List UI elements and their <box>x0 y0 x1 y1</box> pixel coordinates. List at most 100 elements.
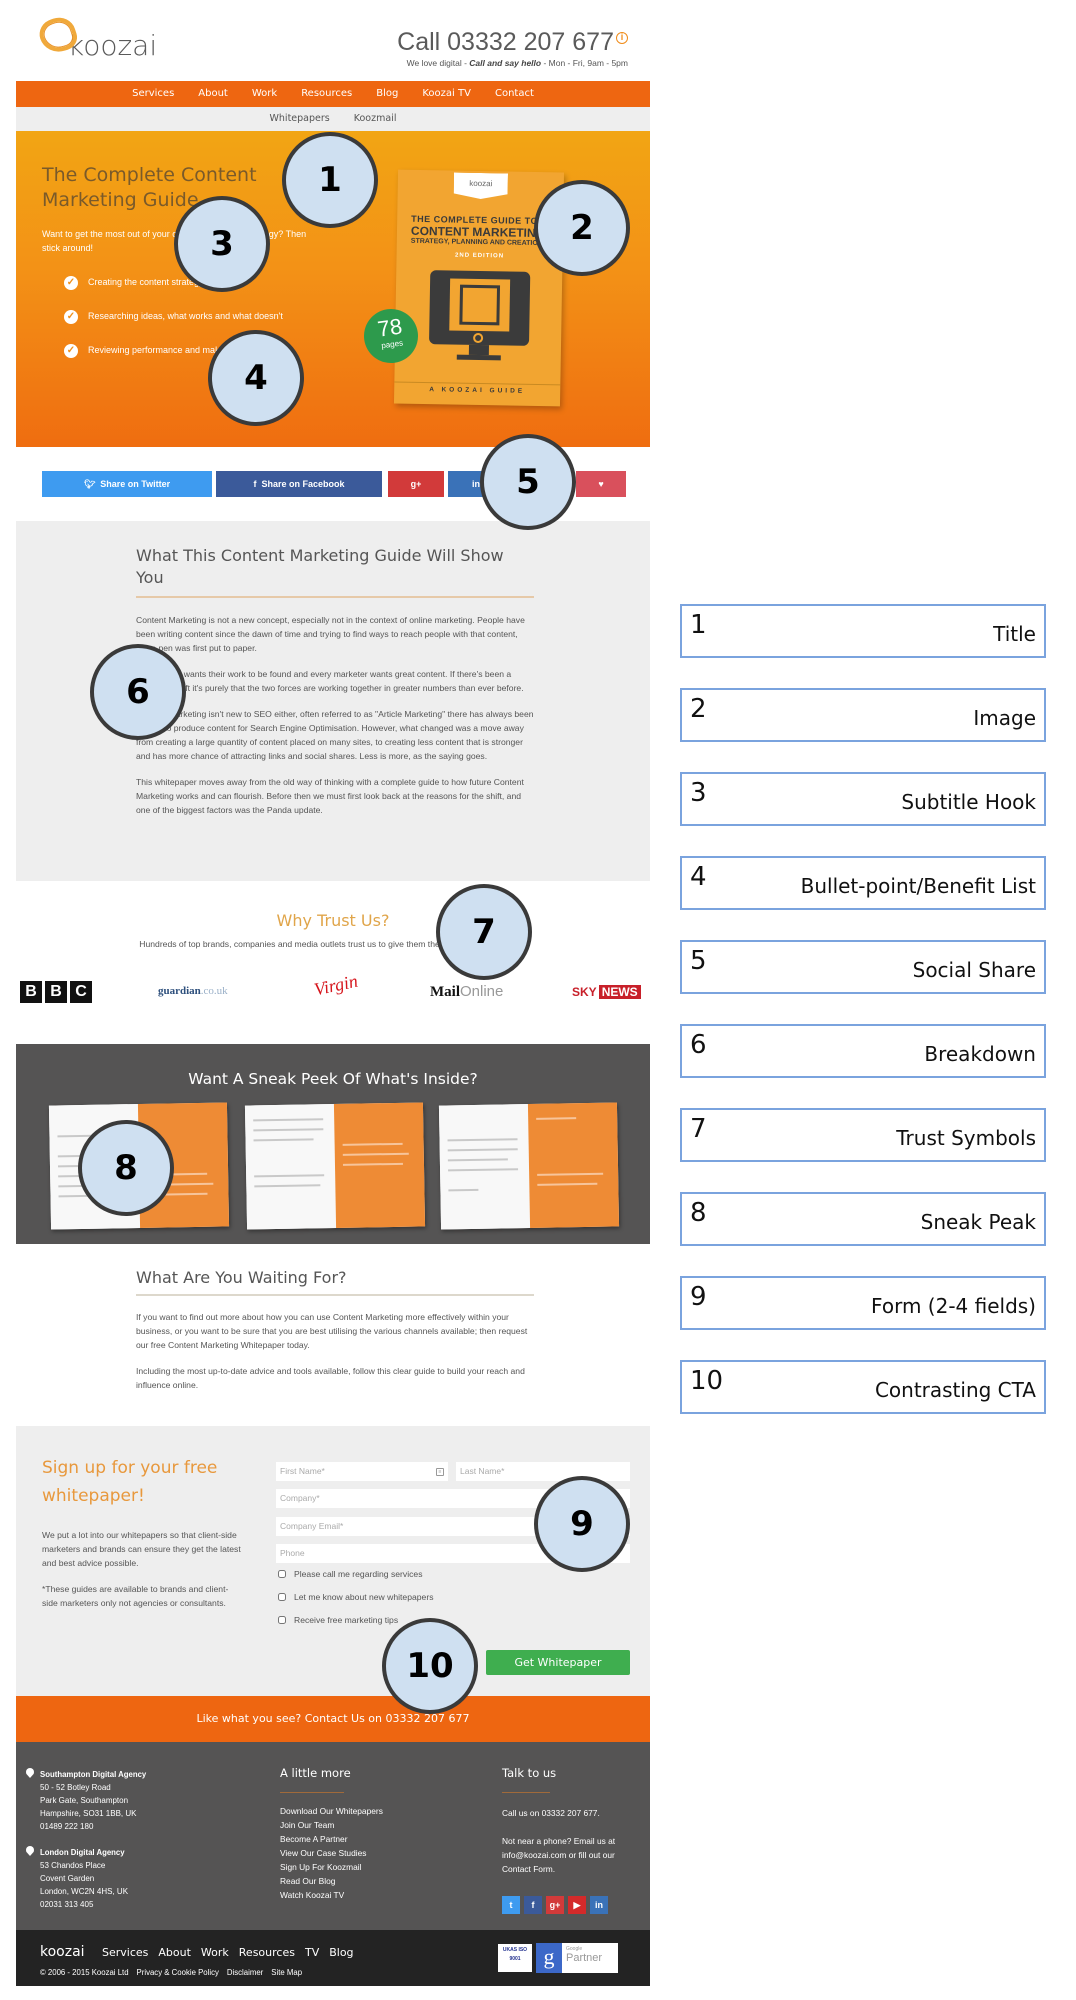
guardian-logo: guardian.co.uk <box>158 985 228 997</box>
footer-nav-work[interactable]: Work <box>201 1946 229 1959</box>
main-nav: Services About Work Resources Blog Kooza… <box>16 81 650 107</box>
koozai-logo[interactable]: koozai <box>35 13 158 62</box>
waiting-body: If you want to find out more about how y… <box>136 1310 536 1404</box>
footer-link[interactable]: Join Our Team <box>280 1818 383 1832</box>
share-twitter-button[interactable]: 🐦︎ Share on Twitter <box>42 471 212 497</box>
form-text: We put a lot into our whitepapers so tha… <box>42 1530 241 1568</box>
nav-koozai-tv[interactable]: Koozai TV <box>410 81 483 107</box>
subnav-koozmail[interactable]: Koozmail <box>342 107 409 131</box>
footer-link[interactable]: Become A Partner <box>280 1832 383 1846</box>
legend-number: 8 <box>690 1198 707 1228</box>
checkbox[interactable] <box>278 1616 286 1624</box>
callout-9: 9 <box>534 1476 630 1572</box>
monitor-stand <box>468 344 490 356</box>
footer: Southampton Digital Agency 50 - 52 Botle… <box>16 1742 650 1930</box>
book-edition: 2ND EDITION <box>454 252 505 260</box>
paragraph: Content Marketing is not a new concept, … <box>136 615 525 653</box>
waiting-heading: What Are You Waiting For? <box>136 1268 347 1287</box>
nav-work[interactable]: Work <box>240 81 289 107</box>
office-phone[interactable]: 02031 313 405 <box>40 1900 93 1909</box>
nav-blog[interactable]: Blog <box>364 81 410 107</box>
share-pocket-button[interactable]: ♥ <box>576 471 626 497</box>
hero-title: The Complete Content Marketing Guide <box>42 164 257 211</box>
badge-text: Partner <box>566 1952 603 1964</box>
nav-services[interactable]: Services <box>120 81 186 107</box>
twitter-icon[interactable]: t <box>502 1896 520 1914</box>
benefit-text: Creating the content strategy <box>88 277 204 287</box>
subnav-whitepapers[interactable]: Whitepapers <box>258 107 342 131</box>
disclaimer-link[interactable]: Disclaimer <box>227 1968 263 1977</box>
last-name-input[interactable] <box>456 1462 630 1481</box>
legend-number: 2 <box>690 694 707 724</box>
youtube-icon[interactable]: ▶ <box>568 1896 586 1914</box>
checkbox[interactable] <box>278 1593 286 1601</box>
share-gplus-button[interactable]: g+ <box>388 471 444 497</box>
bbc-letter: B <box>45 981 67 1003</box>
legend-item: 4 Bullet-point/Benefit List <box>680 856 1046 910</box>
legend-number: 5 <box>690 946 707 976</box>
legend-number: 3 <box>690 778 707 808</box>
checkbox-call-me[interactable]: Please call me regarding services <box>278 1569 423 1579</box>
nav-about[interactable]: About <box>186 81 240 107</box>
google-plus-icon[interactable]: g+ <box>546 1896 564 1914</box>
twitter-icon: 🐦︎ <box>83 478 96 489</box>
sitemap-link[interactable]: Site Map <box>271 1968 302 1977</box>
legend-label: Sneak Peak <box>920 1210 1036 1234</box>
facebook-icon[interactable]: f <box>524 1896 542 1914</box>
footer-link[interactable]: Download Our Whitepapers <box>280 1804 383 1818</box>
facebook-icon: f <box>253 479 257 489</box>
nav-resources[interactable]: Resources <box>289 81 364 107</box>
callout-2: 2 <box>534 180 630 276</box>
get-whitepaper-button[interactable]: Get Whitepaper <box>486 1650 630 1675</box>
tagline-post: - Mon - Fri, 9am - 5pm <box>541 58 628 68</box>
footer-nav-tv[interactable]: TV <box>305 1946 319 1959</box>
footer-link[interactable]: Read Our Blog <box>280 1874 383 1888</box>
checkbox-new-whitepapers[interactable]: Let me know about new whitepapers <box>278 1592 434 1602</box>
footer-link[interactable]: Watch Koozai TV <box>280 1888 383 1902</box>
sneak-spread-image[interactable] <box>244 1102 426 1230</box>
footer-nav-resources[interactable]: Resources <box>239 1946 295 1959</box>
office-phone[interactable]: 01489 222 180 <box>40 1822 93 1831</box>
callout-1: 1 <box>282 132 378 228</box>
legend-item: 9 Form (2-4 fields) <box>680 1276 1046 1330</box>
gplus-icon: g+ <box>410 479 422 489</box>
sneak-spread-image[interactable] <box>438 1102 620 1230</box>
contact-bar[interactable]: Like what you see? Contact Us on 03332 2… <box>16 1696 650 1742</box>
footer-nav-about[interactable]: About <box>158 1946 191 1959</box>
legend-item: 6 Breakdown <box>680 1024 1046 1078</box>
legend-item: 5 Social Share <box>680 940 1046 994</box>
privacy-link[interactable]: Privacy & Cookie Policy <box>137 1968 219 1977</box>
check-icon: ✓ <box>64 310 78 324</box>
callout-8: 8 <box>78 1120 174 1216</box>
checkbox[interactable] <box>278 1570 286 1578</box>
trust-heading: Why Trust Us? <box>276 911 390 930</box>
footer-link[interactable]: Sign Up For Koozmail <box>280 1860 383 1874</box>
footer-nav-services[interactable]: Services <box>102 1946 148 1959</box>
share-facebook-button[interactable]: f Share on Facebook <box>216 471 382 497</box>
talk-email: Not near a phone? Email us at info@kooza… <box>502 1836 616 1874</box>
footer-link[interactable]: View Our Case Studies <box>280 1846 383 1860</box>
address-line: 50 - 52 Botley Road <box>40 1783 111 1792</box>
virgin-logo: Virgin <box>312 970 360 1000</box>
address-line: Hampshire, SO31 1BB, UK <box>40 1809 137 1818</box>
legend-number: 7 <box>690 1114 707 1144</box>
checkbox-label: Receive free marketing tips <box>294 1615 399 1625</box>
book-footer: A KOOZAI GUIDE <box>394 381 561 396</box>
nav-contact[interactable]: Contact <box>483 81 546 107</box>
first-name-input[interactable] <box>276 1462 448 1481</box>
autofill-icon[interactable]: ≡ <box>436 1468 444 1476</box>
trust-subtext: Hundreds of top brands, companies and me… <box>139 939 527 949</box>
info-icon[interactable]: i <box>616 32 628 44</box>
legend-label: Contrasting CTA <box>874 1378 1036 1402</box>
footer-logo[interactable]: koozai <box>40 1944 85 1960</box>
footer-talk-text: Call us on 03332 207 677. Not near a pho… <box>502 1806 632 1890</box>
callout-4: 4 <box>208 330 304 426</box>
google-partner-badge: g Google Partner <box>536 1943 618 1973</box>
call-number[interactable]: Call 03332 207 677 i <box>397 28 628 57</box>
logo-text: koozai <box>68 29 158 62</box>
checkbox-marketing-tips[interactable]: Receive free marketing tips <box>278 1615 398 1625</box>
footer-bottom-bar: koozai Services About Work Resources TV … <box>16 1930 650 1986</box>
footer-nav-blog[interactable]: Blog <box>329 1946 353 1959</box>
linkedin-icon[interactable]: in <box>590 1896 608 1914</box>
legend-number: 6 <box>690 1030 707 1060</box>
